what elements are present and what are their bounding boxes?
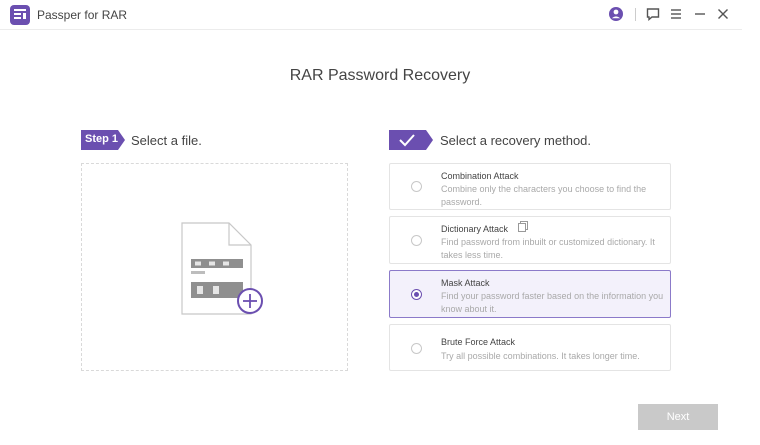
step-2-check-icon <box>389 130 433 155</box>
menu-icon[interactable] <box>668 6 684 22</box>
step-2-label: Select a recovery method. <box>440 133 592 148</box>
method-name: Mask Attack <box>441 278 490 288</box>
radio-button-selected[interactable] <box>411 289 422 300</box>
method-name: Brute Force Attack <box>441 337 516 347</box>
app-title: Passper for RAR <box>37 8 128 22</box>
method-description: Find your password faster based on the i… <box>441 291 664 314</box>
titlebar-divider <box>635 8 636 21</box>
method-mask-attack[interactable]: Mask Attack Find your password faster ba… <box>389 270 671 318</box>
method-description: Try all possible combinations. It takes … <box>441 351 640 361</box>
feedback-icon[interactable] <box>645 6 661 22</box>
page-title: RAR Password Recovery <box>289 67 471 84</box>
step-1-badge: Step 1 <box>81 130 125 150</box>
title-bar: Passper for RAR <box>0 0 742 30</box>
close-icon[interactable] <box>715 6 731 22</box>
radio-dot <box>414 292 419 297</box>
next-button[interactable]: Next <box>638 404 718 430</box>
app-logo-icon <box>10 5 30 25</box>
method-combination-attack[interactable]: Combination Attack Combine only the char… <box>389 163 671 210</box>
method-description: Find password from inbuilt or customized… <box>441 237 655 260</box>
radio-button[interactable] <box>411 235 422 246</box>
step-1-badge-label: Step 1 <box>85 133 119 145</box>
add-file-icon <box>181 222 263 315</box>
file-dropzone[interactable] <box>81 163 348 371</box>
method-name: Dictionary Attack <box>441 224 509 234</box>
dictionary-file-icon[interactable] <box>518 221 528 232</box>
method-brute-force-attack[interactable]: Brute Force Attack Try all possible comb… <box>389 324 671 371</box>
account-icon[interactable] <box>608 6 624 22</box>
radio-button[interactable] <box>411 343 422 354</box>
method-description: Combine only the characters you choose t… <box>441 184 647 207</box>
radio-button[interactable] <box>411 181 422 192</box>
method-dictionary-attack[interactable]: Dictionary Attack Find password from inb… <box>389 216 671 264</box>
minimize-icon[interactable] <box>692 6 708 22</box>
method-name: Combination Attack <box>441 171 519 181</box>
step-1-label: Select a file. <box>131 133 202 148</box>
